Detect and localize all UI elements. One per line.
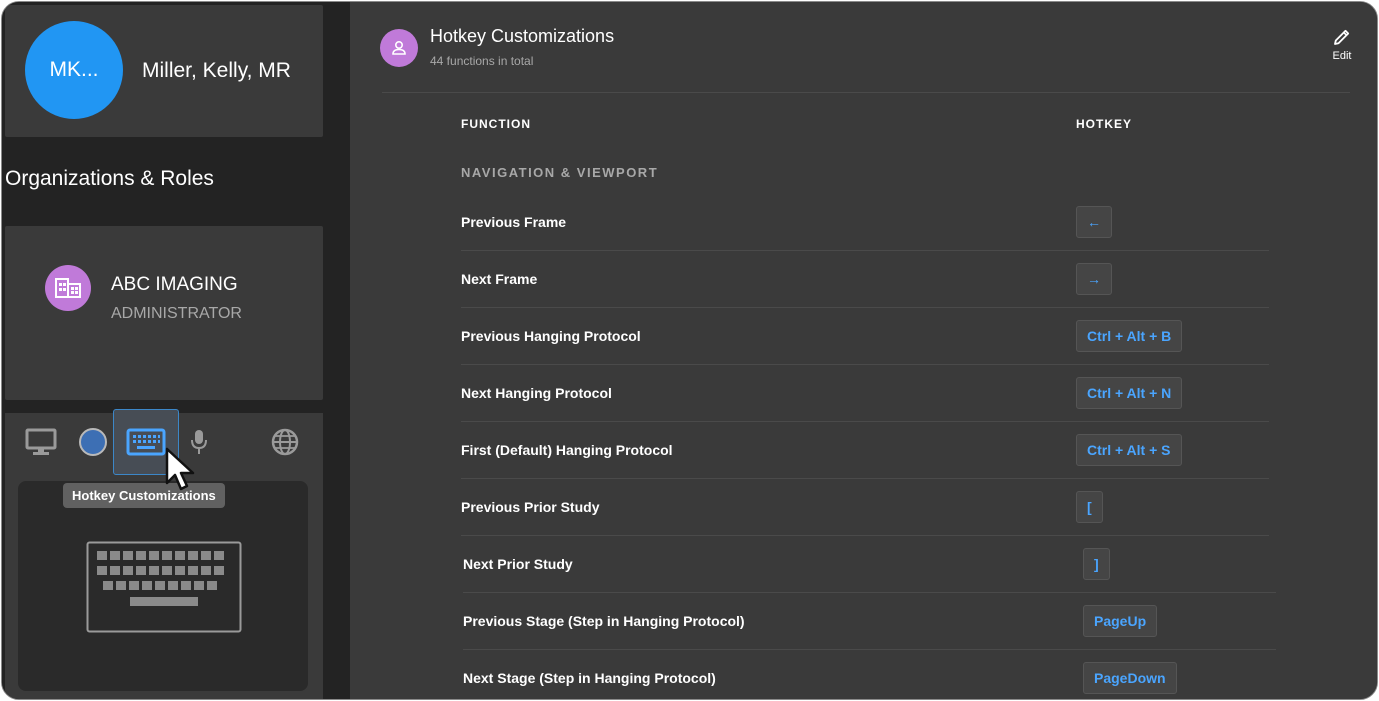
organizations-heading: Organizations & Roles — [5, 167, 214, 190]
edit-button[interactable]: Edit — [1322, 27, 1362, 62]
hotkey-chip[interactable]: [ — [1076, 490, 1103, 523]
avatar[interactable]: MK... — [25, 21, 123, 119]
globe-icon[interactable] — [263, 423, 307, 461]
page-title: Hotkey Customizations — [430, 26, 615, 46]
page-subtitle: 44 functions in total — [430, 54, 534, 68]
table-row: Previous Stage (Step in Hanging Protocol… — [463, 592, 1276, 650]
table-row: Previous Frame ← — [461, 193, 1269, 251]
function-label: Next Prior Study — [463, 555, 573, 572]
keyboard-illustration-icon — [86, 541, 242, 633]
function-label: Previous Prior Study — [461, 498, 600, 515]
function-label: Next Stage (Step in Hanging Protocol) — [463, 669, 716, 686]
settings-panel: Hotkey Customizations — [5, 409, 323, 699]
edit-label: Edit — [1332, 50, 1352, 62]
organization-name: ABC IMAGING — [111, 274, 238, 295]
organization-role: ADMINISTRATOR — [111, 305, 242, 322]
divider — [382, 92, 1350, 93]
function-label: Previous Stage (Step in Hanging Protocol… — [463, 612, 745, 629]
main-content: Hotkey Customizations 44 functions in to… — [350, 2, 1377, 699]
function-label: Next Hanging Protocol — [461, 384, 612, 401]
hotkey-chip[interactable]: Ctrl + Alt + N — [1076, 376, 1183, 409]
function-label: Previous Hanging Protocol — [461, 327, 641, 344]
function-label: First (Default) Hanging Protocol — [461, 441, 673, 458]
profile-card: MK... Miller, Kelly, MR — [5, 5, 323, 137]
function-label: Previous Frame — [461, 213, 567, 230]
table-row: Next Prior Study ] — [463, 535, 1276, 593]
table-row: Next Hanging Protocol Ctrl + Alt + N — [461, 364, 1269, 422]
building-icon — [45, 265, 91, 311]
mouse-cursor-icon — [165, 447, 199, 498]
circle-icon[interactable] — [71, 423, 115, 461]
section-header: NAVIGATION & VIEWPORT — [461, 165, 659, 180]
keyboard-preview — [18, 481, 308, 691]
hotkey-chip[interactable]: Ctrl + Alt + B — [1076, 319, 1183, 352]
monitor-icon[interactable] — [19, 423, 63, 461]
table-row: First (Default) Hanging Protocol Ctrl + … — [461, 421, 1269, 479]
sidebar: MK... Miller, Kelly, MR Organizations & … — [2, 2, 350, 699]
user-icon — [380, 29, 418, 67]
hotkey-chip[interactable]: PageDown — [1083, 661, 1177, 694]
function-label: Next Frame — [461, 270, 538, 287]
hotkey-chip[interactable]: Ctrl + Alt + S — [1076, 433, 1182, 466]
profile-name: Miller, Kelly, MR — [142, 59, 291, 82]
hotkey-chip[interactable]: PageUp — [1083, 604, 1158, 637]
table-row: Next Frame → — [461, 250, 1269, 308]
hotkey-chip[interactable]: ← — [1076, 205, 1112, 238]
pencil-icon — [1334, 29, 1350, 45]
hotkey-chip[interactable]: ] — [1083, 547, 1110, 580]
column-header-function: FUNCTION — [461, 117, 531, 131]
table-row: Previous Prior Study [ — [461, 478, 1269, 536]
hotkey-chip[interactable]: → — [1076, 262, 1112, 295]
organization-card[interactable]: ABC IMAGING ADMINISTRATOR — [5, 226, 323, 400]
table-row: Previous Hanging Protocol Ctrl + Alt + B — [461, 307, 1269, 365]
tooltip: Hotkey Customizations — [63, 483, 225, 508]
app-window: MK... Miller, Kelly, MR Organizations & … — [1, 1, 1378, 700]
table-row: Next Stage (Step in Hanging Protocol) Pa… — [463, 649, 1276, 699]
column-header-hotkey: HOTKEY — [1076, 117, 1133, 131]
